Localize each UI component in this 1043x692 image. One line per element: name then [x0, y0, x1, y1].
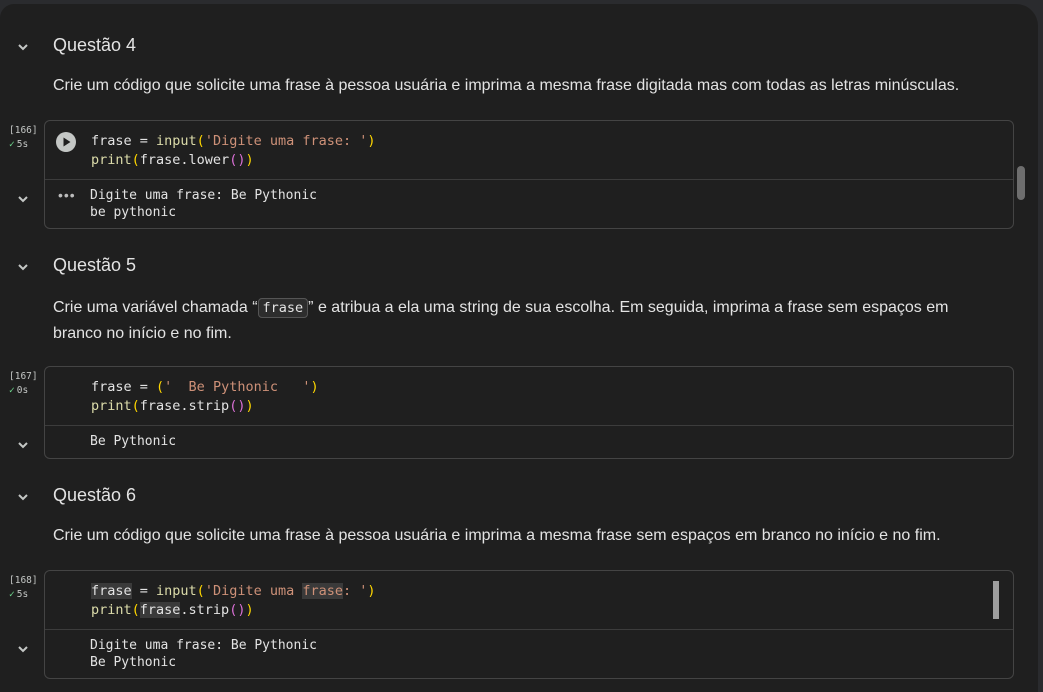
code-cell-active[interactable]: frase = input('Digite uma frase: ') prin… [44, 570, 1014, 679]
check-icon: ✓ [9, 589, 15, 600]
output-divider [45, 425, 1013, 426]
code-line[interactable]: print(frase.lower()) [91, 151, 254, 170]
execution-count: [166] [9, 125, 38, 136]
code-cell[interactable]: frase = (' Be Pythonic ') print(frase.st… [44, 366, 1014, 459]
check-icon: ✓ [9, 385, 15, 396]
chevron-down-icon[interactable] [14, 488, 32, 506]
output-line: Be Pythonic [90, 655, 177, 670]
output-line: Digite uma frase: Be Pythonic [90, 638, 317, 653]
more-horiz-icon[interactable]: ••• [58, 187, 76, 203]
code-line[interactable]: print(frase.strip()) [91, 601, 254, 620]
execution-count: [168] [9, 575, 38, 586]
notebook-frame: Questão 4 Crie um código que solicite um… [0, 4, 1038, 692]
output-line: Be Pythonic [90, 434, 177, 449]
execution-info: [168] ✓ 5s [9, 575, 43, 600]
chevron-down-icon[interactable] [14, 436, 32, 454]
execution-info: [167] ✓ 0s [9, 371, 43, 396]
execution-time: 5s [16, 589, 29, 600]
description-text: Crie uma variável chamada “ [53, 299, 258, 316]
code-line[interactable]: frase = input('Digite uma frase: ') [91, 132, 376, 151]
section-description: Crie um código que solicite uma frase à … [53, 77, 960, 94]
chevron-down-icon[interactable] [14, 258, 32, 276]
code-cell[interactable]: frase = input('Digite uma frase: ') prin… [44, 120, 1014, 229]
inline-code: frase [257, 298, 309, 318]
output-line: Digite uma frase: Be Pythonic [90, 188, 317, 203]
execution-time: 5s [16, 139, 29, 150]
check-icon: ✓ [9, 139, 15, 150]
execution-count: [167] [9, 371, 38, 382]
chevron-down-icon[interactable] [14, 190, 32, 208]
editor-scroll-indicator[interactable] [993, 581, 999, 619]
output-divider [45, 629, 1013, 630]
code-line[interactable]: print(frase.strip()) [91, 397, 254, 416]
section-heading-questao-4[interactable]: Questão 4 [0, 32, 1000, 62]
section-heading-questao-5[interactable]: Questão 5 [0, 252, 1000, 282]
chevron-down-icon[interactable] [14, 38, 32, 56]
code-line[interactable]: frase = (' Be Pythonic ') [91, 378, 319, 397]
scrollbar-thumb[interactable] [1017, 166, 1025, 200]
code-line[interactable]: frase = input('Digite uma frase: ') [91, 582, 376, 601]
chevron-down-icon[interactable] [14, 640, 32, 658]
output-line: be pythonic [90, 205, 177, 220]
section-description: Crie um código que solicite uma frase à … [53, 527, 941, 544]
section-description: Crie uma variável chamada “frase” e atri… [53, 295, 993, 347]
section-title: Questão 5 [53, 255, 137, 275]
execution-time: 0s [16, 385, 29, 396]
section-heading-questao-6[interactable]: Questão 6 [0, 482, 1000, 512]
execution-info: [166] ✓ 5s [9, 125, 43, 150]
section-title: Questão 4 [53, 35, 137, 55]
output-divider [45, 179, 1013, 180]
play-circle-icon[interactable] [55, 131, 77, 153]
section-title: Questão 6 [53, 485, 137, 505]
